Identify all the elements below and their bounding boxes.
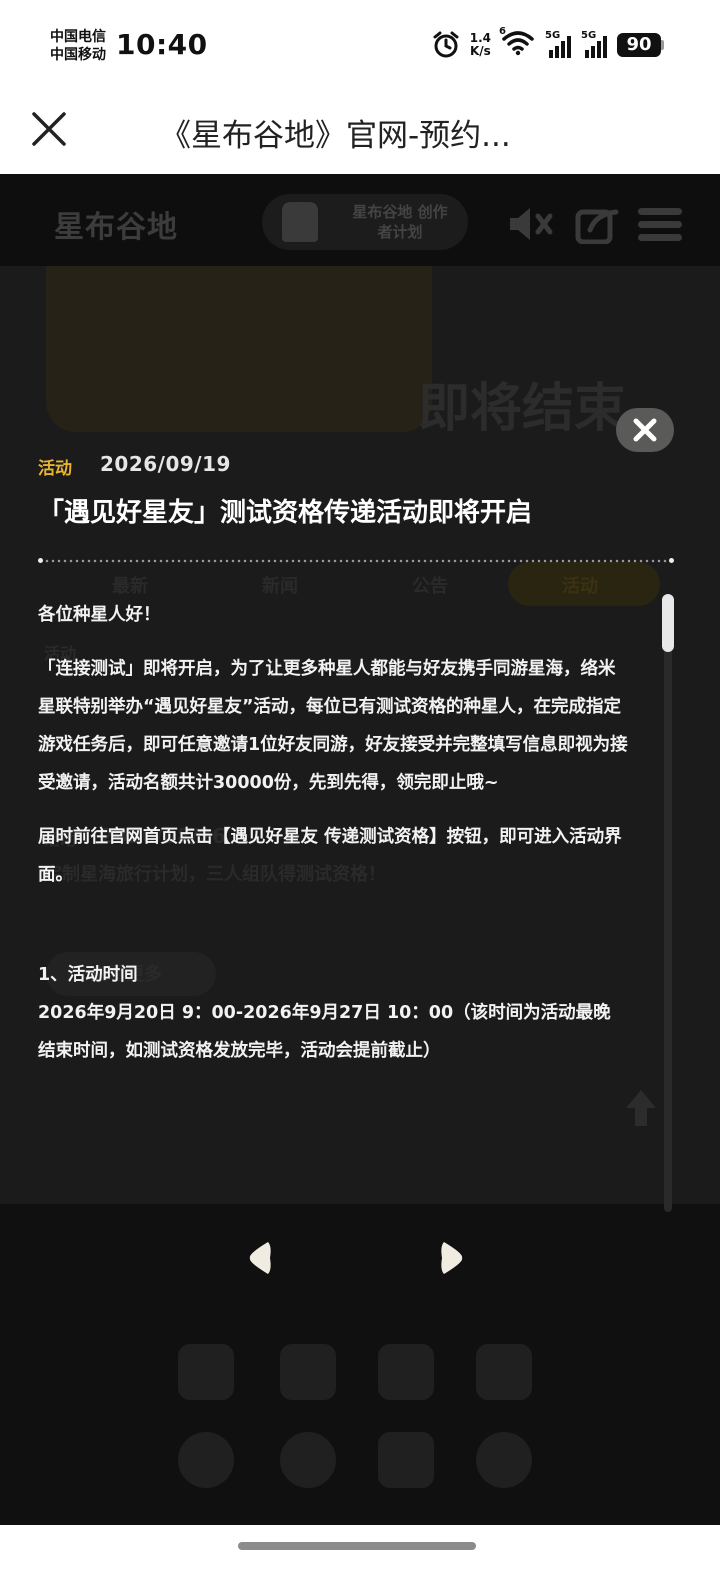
scrollbar-thumb[interactable] [662, 594, 674, 652]
gesture-bar [0, 1525, 720, 1585]
signal-sim2-icon: 5G [581, 30, 607, 58]
creator-avatar-icon [282, 202, 318, 242]
divider [38, 558, 674, 563]
site-footer [0, 1204, 720, 1525]
social-icon[interactable] [178, 1432, 234, 1488]
article-greeting: 各位种星人好！ [38, 605, 161, 625]
article-body: 各位种星人好！ 「连接测试」即将开启，为了让更多种星人都能与好友携手同游星海，络… [38, 596, 628, 1070]
article-title: 「遇见好星友」测试资格传递活动即将开启 [38, 498, 533, 528]
share-icon[interactable] [574, 204, 622, 244]
battery-level: 90 [617, 33, 661, 57]
wifi-icon [502, 31, 534, 56]
close-icon [633, 418, 657, 442]
site-header: 星布谷地 星布谷地 创作者计划 [0, 174, 720, 266]
mute-icon[interactable] [506, 204, 554, 244]
article-paragraph: 「连接测试」即将开启，为了让更多种星人都能与好友携手同游星海，络米星联特别举办“… [38, 659, 628, 793]
banner-illustration [46, 266, 432, 432]
close-icon[interactable] [28, 108, 70, 150]
banner-text: 即将结束 [418, 379, 627, 439]
clock: 10:40 [116, 28, 208, 61]
wifi-indicator: 6 [499, 26, 535, 60]
promo-banner[interactable]: 即将结束 [46, 266, 696, 439]
creator-plan-label: 星布谷地 创作者计划 [352, 203, 448, 241]
modal-close-button[interactable] [616, 408, 674, 452]
page-title: 《星布谷地》官网-预约... [160, 118, 511, 154]
carrier-2: 中国移动 [50, 47, 106, 63]
battery-icon: 90 [617, 33, 664, 57]
social-icon[interactable] [280, 1432, 336, 1488]
carrier-1: 中国电信 [50, 29, 106, 45]
article-date: 2026/09/19 [100, 452, 231, 476]
social-icon[interactable] [378, 1432, 434, 1488]
social-icon[interactable] [476, 1432, 532, 1488]
status-bar: 中国电信 中国移动 10:40 1.4 K/s 6 5G 5G 90 [0, 0, 720, 88]
article-category: 活动 [38, 459, 72, 479]
home-indicator[interactable] [238, 1542, 476, 1550]
social-icon[interactable] [280, 1344, 336, 1400]
site-logo: 星布谷地 [54, 210, 178, 245]
article-section-heading: 1、活动时间 [38, 965, 138, 985]
tab-news[interactable]: 新闻 [262, 572, 298, 598]
scrollbar-track[interactable] [664, 594, 672, 1212]
chevron-right-icon[interactable] [440, 1240, 466, 1276]
tab-latest[interactable]: 最新 [112, 572, 148, 598]
network-speed: 1.4 K/s [469, 31, 491, 58]
tab-activity[interactable]: 活动 [562, 572, 598, 598]
article-paragraph: 届时前往官网首页点击【遇见好星友 传递测试资格】按钮，即可进入活动界面。 [38, 827, 622, 885]
signal-sim1-icon: 5G [545, 30, 571, 58]
social-icon[interactable] [378, 1344, 434, 1400]
status-icons: 1.4 K/s 6 5G 5G 90 [432, 26, 664, 60]
social-icon[interactable] [476, 1344, 532, 1400]
menu-icon[interactable] [636, 204, 684, 244]
arrow-up-icon[interactable] [622, 1086, 660, 1130]
carrier-names: 中国电信 中国移动 [50, 28, 106, 64]
chevron-left-icon[interactable] [246, 1240, 272, 1276]
alarm-icon [433, 31, 459, 58]
browser-title-bar: 《星布谷地》官网-预约... [0, 88, 720, 174]
social-icon[interactable] [178, 1344, 234, 1400]
tab-notice[interactable]: 公告 [412, 572, 448, 598]
article-paragraph: 2026年9月20日 9：00-2026年9月27日 10：00（该时间为活动最… [38, 1003, 611, 1061]
